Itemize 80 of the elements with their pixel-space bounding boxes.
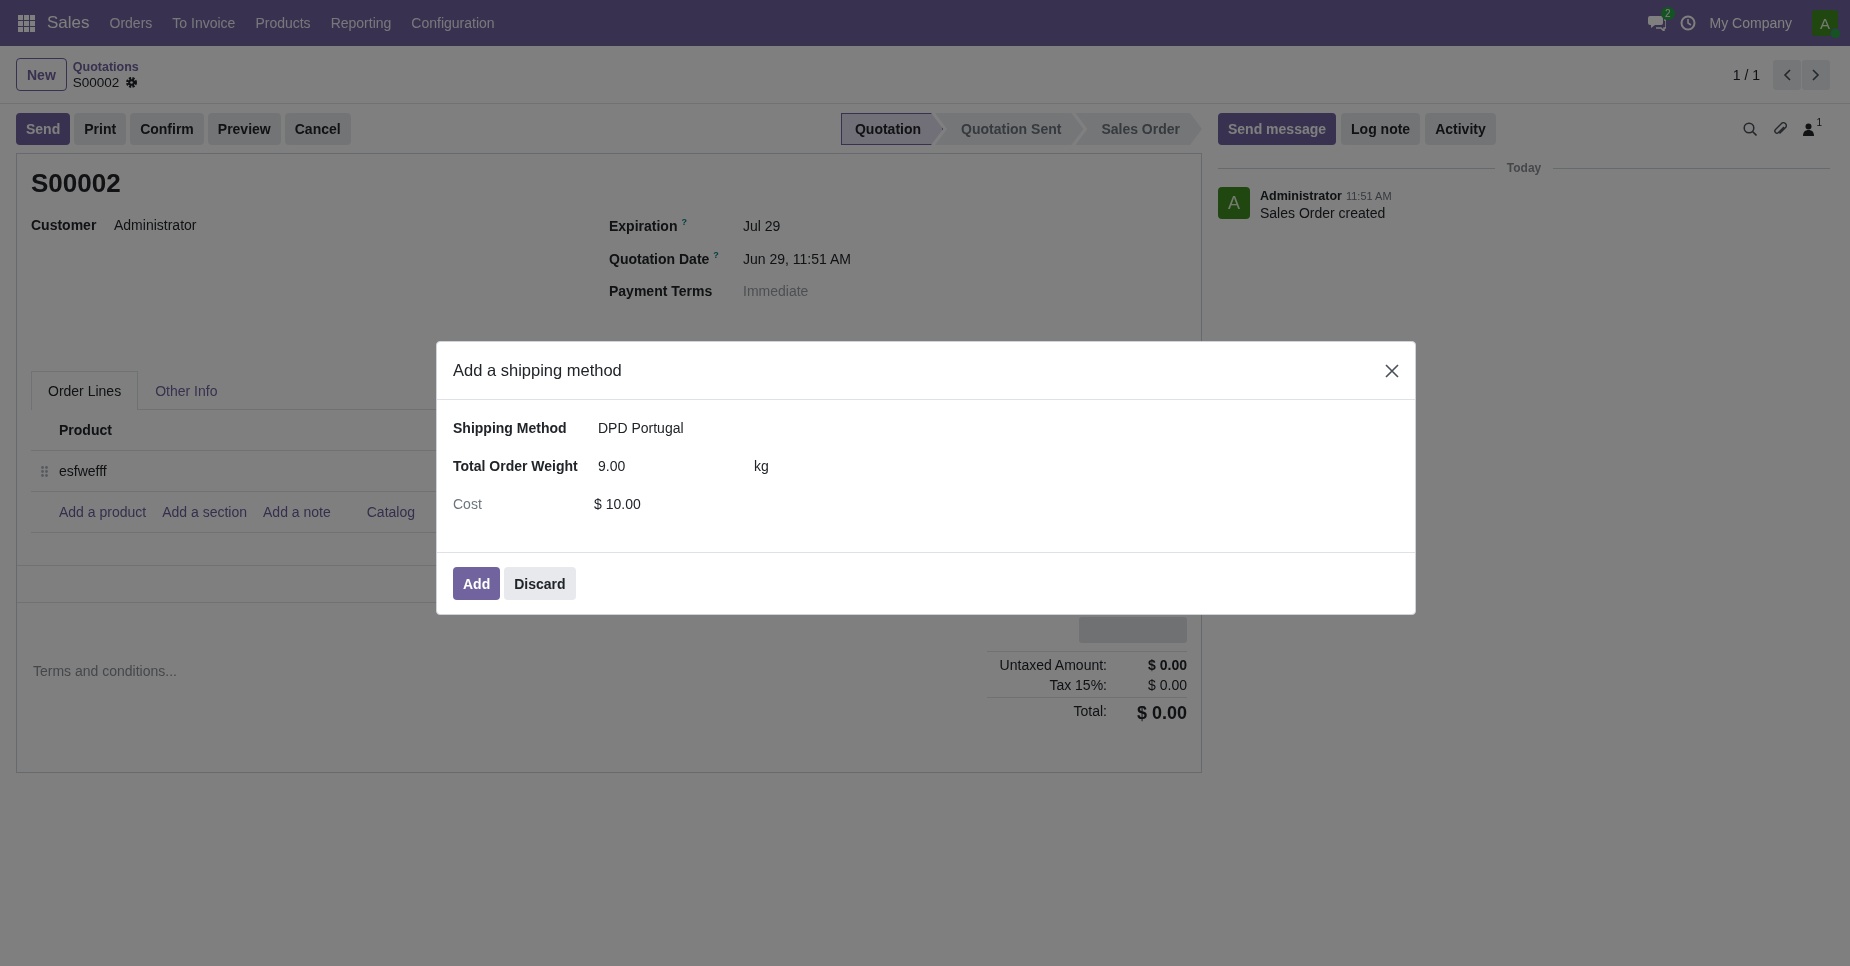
menu-item[interactable]: Reporting [330,15,392,31]
terms-field[interactable]: Terms and conditions... [31,617,177,726]
record-name: S00002 [72,74,120,90]
drag-handle-icon[interactable] [41,465,48,477]
column-header: Product [59,422,112,438]
chatter-button[interactable]: Log note [1341,113,1421,145]
field-label: Payment Terms [609,283,713,299]
close-button[interactable] [1385,363,1399,378]
field-label: Shipping Method [453,420,568,436]
clock-icon[interactable] [1679,15,1696,31]
status-step[interactable]: Quotation [840,113,944,145]
help-mark[interactable]: ? [681,217,687,227]
message-time: 11:51 AM [1345,190,1392,202]
chat-icon[interactable] [1647,15,1666,31]
field-value: $ 10.00 [594,496,642,512]
input-field[interactable]: DPD Portugal [598,420,754,436]
total-label: Total: [1072,703,1107,721]
menu-item[interactable]: Configuration [411,15,495,31]
tab[interactable]: Other Info [138,371,235,410]
menu-item[interactable]: Products [255,15,311,31]
total-value: $ 0.00 [1147,677,1187,693]
follower-count[interactable]: 1 [1816,116,1822,128]
message-body: Sales Order created [1260,205,1387,221]
input-field[interactable]: 9.00 [598,458,754,474]
help-mark[interactable]: ? [713,250,719,260]
previous-button[interactable] [1773,59,1801,90]
dialog-button[interactable]: Add [453,567,501,600]
tab[interactable]: Order Lines [31,371,139,410]
action-button[interactable]: Send [16,113,71,145]
dialog-title: Add a shipping method [453,361,622,380]
status-step[interactable]: Sales Order [1075,113,1202,145]
record-title: S00002 [31,168,122,199]
total-label: Untaxed Amount: [998,657,1107,673]
add-link[interactable]: Add a product [59,504,147,520]
chevron-left-icon [1783,68,1791,81]
pager-value[interactable]: 1 / 1 [1732,66,1760,83]
field-label: Expiration [609,217,678,234]
field-value[interactable]: Jul 29 [743,217,781,234]
chevron-right-icon [1812,68,1820,81]
close-icon [1385,363,1399,378]
table-cell: esfwefff [59,463,107,479]
message-author: Administrator [1260,189,1342,203]
paperclip-icon[interactable] [1773,121,1788,137]
settings-icon[interactable] [125,75,139,89]
chatter-button[interactable]: Send message [1218,113,1337,145]
message-count-badge: 2 [1660,7,1675,20]
add-link[interactable]: Add a note [263,504,331,520]
add-link[interactable]: Add a section [162,504,247,520]
company-name[interactable]: My Company [1709,15,1792,31]
field-label: Customer [31,217,97,233]
breadcrumb-link[interactable]: Quotations [72,59,139,75]
next-button[interactable] [1802,59,1830,90]
search-icon[interactable] [1743,122,1758,136]
menu-item[interactable]: To Invoice [172,15,236,31]
online-status-dot [1830,28,1841,39]
dialog-button[interactable]: Discard [504,567,576,600]
status-step[interactable]: Quotation Sent [935,113,1084,145]
app-name[interactable]: Sales [47,13,90,33]
field-value[interactable]: Jun 29, 11:51 AM [743,250,851,267]
field-label: Total Order Weight [453,458,579,474]
action-button[interactable]: Preview [207,113,281,145]
field-label: Quotation Date [609,250,710,267]
unit-label: kg [754,458,769,474]
action-button[interactable]: Print [74,113,127,145]
person-icon[interactable] [1803,122,1815,136]
chatter-button[interactable]: Activity [1425,113,1496,145]
total-value: $ 0.00 [1147,657,1187,673]
author-avatar: A [1218,187,1250,219]
user-avatar[interactable]: A [1812,10,1838,36]
menu-item[interactable]: Orders [109,15,153,31]
total-value: $ 0.00 [1135,703,1187,724]
add-link[interactable]: Catalog [366,504,415,520]
apps-menu-icon[interactable] [18,14,35,32]
field-label: Cost [453,496,483,512]
field-value[interactable]: Administrator [114,217,197,233]
total-label: Tax 15%: [1048,677,1107,693]
action-button[interactable]: Confirm [130,113,204,145]
new-button[interactable]: New [16,58,67,91]
date-divider: Today [1506,161,1542,175]
action-button[interactable]: Cancel [284,113,351,145]
